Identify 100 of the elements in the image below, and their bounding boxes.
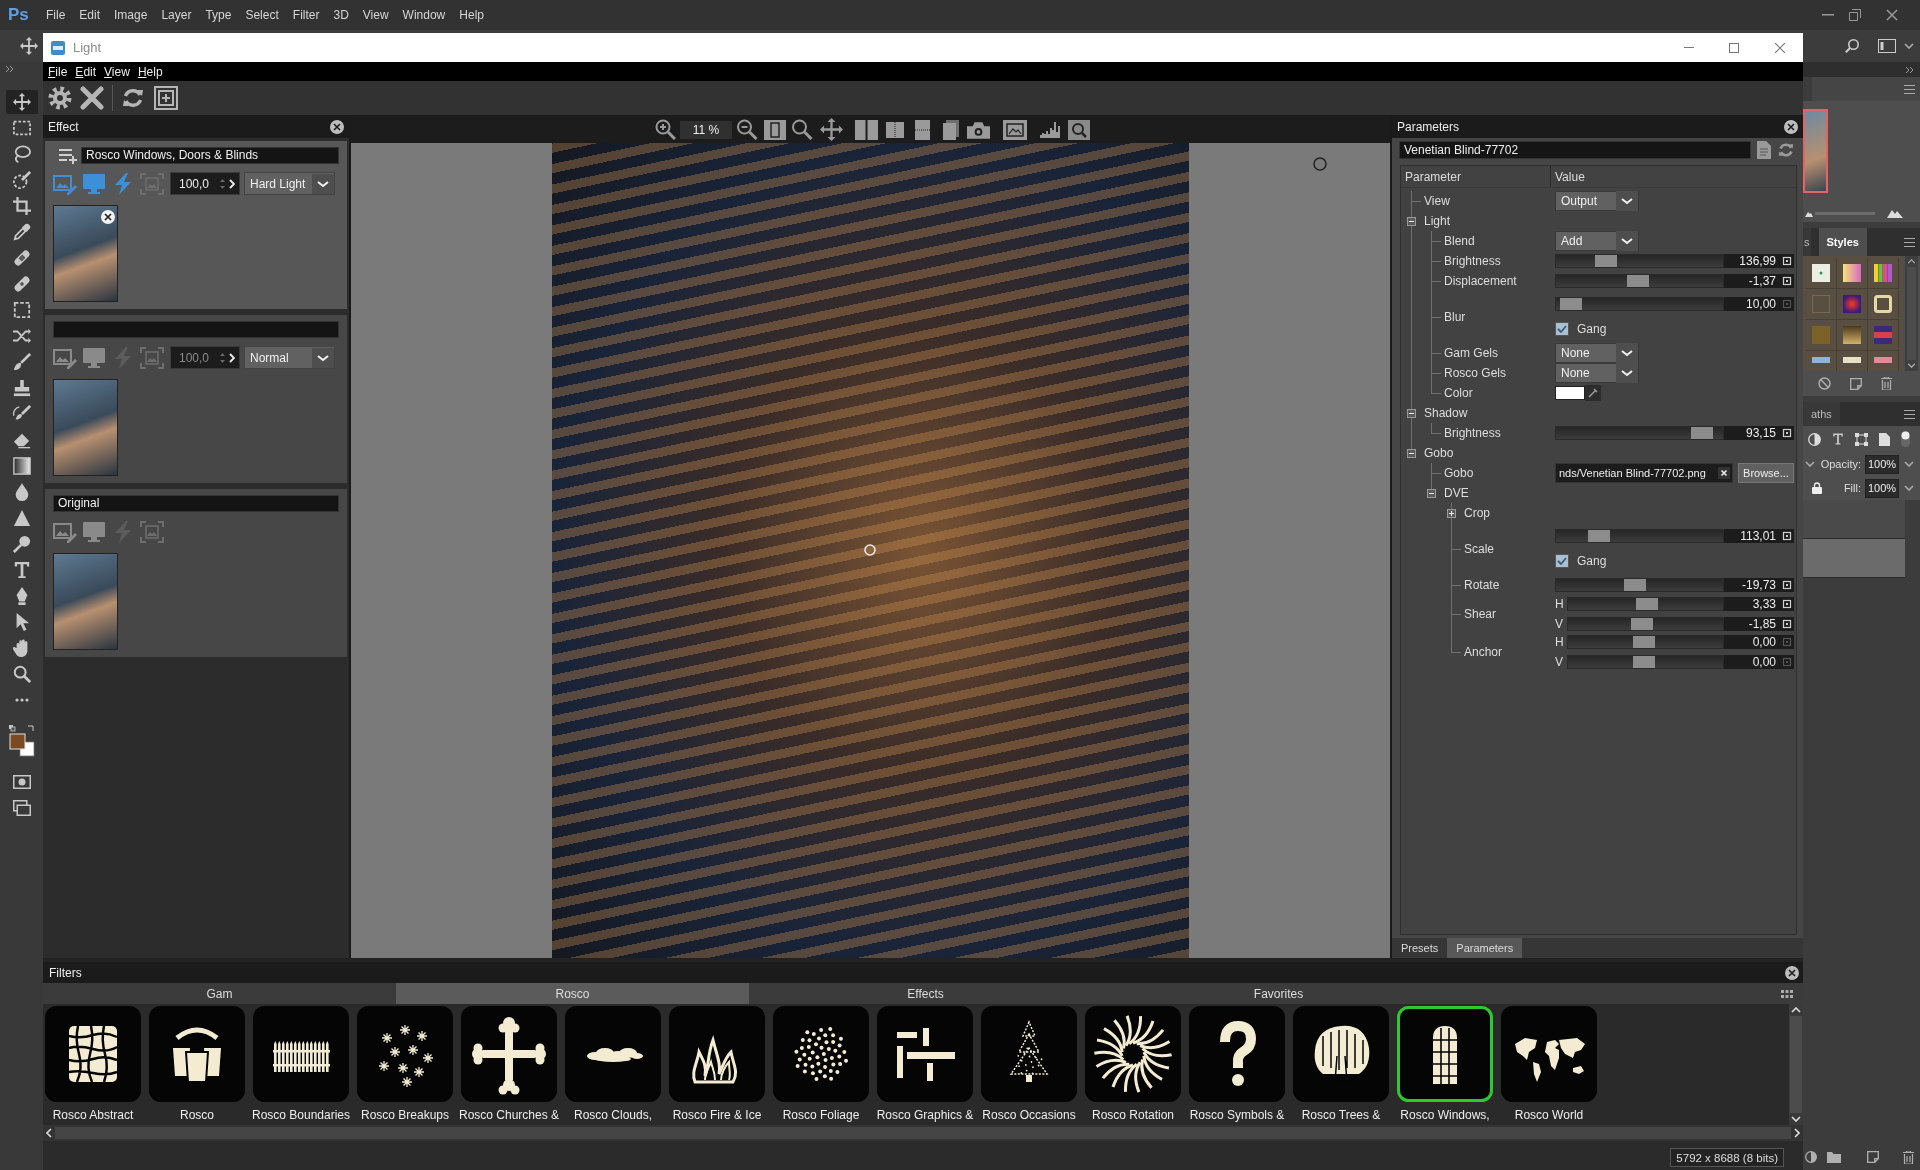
move-icon[interactable] bbox=[5, 90, 38, 114]
eyedropper-icon[interactable] bbox=[12, 223, 31, 241]
flames-icon[interactable] bbox=[669, 1006, 765, 1102]
dot-square-icon[interactable] bbox=[1780, 274, 1794, 288]
filter-label[interactable]: Rosco Rotation bbox=[1091, 1108, 1174, 1122]
double-chevron-icon[interactable] bbox=[6, 66, 13, 72]
chevron-down-icon[interactable] bbox=[1907, 363, 1916, 368]
folder-icon[interactable] bbox=[1827, 1151, 1841, 1163]
filter-label[interactable]: Rosco Clouds, bbox=[573, 1108, 652, 1122]
value-field[interactable]: -1,37 bbox=[1724, 274, 1780, 288]
zoom-in-icon[interactable] bbox=[655, 119, 676, 140]
list-add-icon[interactable] bbox=[59, 147, 77, 164]
image-pencil-icon[interactable] bbox=[53, 346, 77, 369]
menu-item[interactable]: Image bbox=[107, 8, 155, 22]
checkbox-label[interactable]: Gang bbox=[1577, 322, 1607, 336]
filter-label[interactable]: Rosco Fire & Ice bbox=[672, 1108, 762, 1122]
style-swatch-icon[interactable] bbox=[1874, 326, 1892, 344]
world-map-icon[interactable] bbox=[1501, 1006, 1597, 1102]
color-swatches-icon[interactable] bbox=[8, 725, 35, 757]
panel-tab[interactable]: aths bbox=[1803, 402, 1840, 426]
close-icon[interactable] bbox=[1785, 965, 1799, 980]
slider-thumb[interactable] bbox=[1635, 598, 1658, 610]
bars-icon[interactable] bbox=[877, 1006, 973, 1102]
slider-thumb[interactable] bbox=[1630, 618, 1653, 630]
tree-icon[interactable] bbox=[1293, 1006, 1389, 1102]
half-circle-icon[interactable] bbox=[1805, 1151, 1817, 1163]
name-field[interactable]: Original bbox=[53, 495, 339, 512]
filter-label[interactable]: Rosco Boundaries bbox=[251, 1108, 351, 1122]
style-swatch-icon[interactable] bbox=[1812, 264, 1830, 282]
document-icon[interactable] bbox=[1879, 432, 1890, 446]
value-field[interactable]: 113,01 bbox=[1724, 529, 1780, 543]
photo-placeholder[interactable] bbox=[53, 205, 118, 302]
mountain-icon[interactable] bbox=[1805, 210, 1813, 217]
ring-icon[interactable] bbox=[1313, 157, 1327, 171]
panel-tab[interactable]: Presets bbox=[1392, 938, 1448, 958]
photo-placeholder[interactable] bbox=[53, 379, 118, 476]
plus-box-icon[interactable] bbox=[1446, 508, 1456, 518]
clear-icon[interactable] bbox=[1718, 467, 1730, 479]
caret-icon[interactable] bbox=[312, 173, 334, 194]
spiral-icon[interactable] bbox=[1085, 1006, 1181, 1102]
filter-label[interactable]: Rosco Symbols & bbox=[1189, 1108, 1285, 1122]
zoom-icon[interactable] bbox=[12, 665, 31, 683]
value-field[interactable]: 10,00 bbox=[1724, 297, 1780, 311]
search-icon[interactable] bbox=[791, 119, 813, 140]
bounding-box-icon[interactable] bbox=[1855, 432, 1868, 446]
blend-dropdown[interactable]: Normal bbox=[244, 346, 335, 369]
fence-icon[interactable] bbox=[253, 1006, 349, 1102]
filter-label[interactable]: Rosco Graphics & bbox=[876, 1108, 974, 1122]
filter-label[interactable]: Rosco World bbox=[1514, 1108, 1584, 1122]
panel-tab[interactable]: Parameters bbox=[1447, 938, 1523, 958]
menu-item[interactable]: Help bbox=[133, 64, 167, 79]
menu-icon[interactable] bbox=[1904, 409, 1915, 419]
panel-tab[interactable]: s bbox=[1803, 228, 1811, 256]
camera-icon[interactable] bbox=[967, 120, 990, 139]
dropdown[interactable]: None bbox=[1555, 363, 1639, 383]
menu-icon[interactable] bbox=[1904, 84, 1915, 94]
refresh-icon[interactable] bbox=[121, 87, 145, 109]
chevron-down-icon[interactable] bbox=[1904, 485, 1914, 491]
effect-layer-card[interactable]: Original bbox=[45, 489, 347, 657]
filter-label[interactable]: Rosco Churches & bbox=[459, 1108, 560, 1122]
chevron-down-icon[interactable] bbox=[1904, 461, 1914, 467]
zoom-field[interactable]: 11 % bbox=[680, 120, 732, 139]
cups-icon[interactable] bbox=[149, 1006, 245, 1102]
menu-item[interactable]: Type bbox=[198, 8, 239, 22]
screen-mode-icon[interactable] bbox=[12, 800, 31, 816]
filter-label[interactable]: Rosco Windows, bbox=[1400, 1108, 1490, 1122]
dot-square-icon[interactable] bbox=[1780, 254, 1794, 268]
dot-square-icon[interactable] bbox=[1780, 635, 1794, 649]
category-tab[interactable]: Favorites bbox=[1102, 983, 1455, 1004]
menu-item[interactable]: Select bbox=[238, 8, 286, 22]
magnifier-box-icon[interactable] bbox=[1068, 119, 1090, 140]
file-path-field[interactable]: nds/Venetian Blind-77702.png bbox=[1555, 463, 1733, 483]
page-icon[interactable] bbox=[1850, 377, 1862, 390]
slider-thumb[interactable] bbox=[1624, 579, 1647, 591]
close-icon[interactable] bbox=[330, 120, 344, 134]
mountain-icon[interactable] bbox=[1887, 209, 1903, 218]
type-icon[interactable] bbox=[1832, 433, 1844, 445]
dot-square-icon[interactable] bbox=[1780, 655, 1794, 669]
clouds-icon[interactable] bbox=[565, 1006, 661, 1102]
style-swatch-icon[interactable] bbox=[1843, 264, 1861, 282]
number-field[interactable]: 100,0 bbox=[170, 346, 240, 369]
eraser-icon[interactable] bbox=[12, 431, 31, 449]
workspace-icon[interactable] bbox=[1878, 39, 1896, 53]
style-swatch-icon[interactable] bbox=[1874, 264, 1892, 282]
slider-thumb[interactable] bbox=[1633, 656, 1656, 668]
vertical-scrollbar[interactable] bbox=[1905, 256, 1918, 371]
framed-image-icon[interactable] bbox=[1003, 119, 1027, 140]
preset-name-field[interactable]: Venetian Blind-77702 bbox=[1399, 141, 1751, 159]
menu-item[interactable]: Layer bbox=[154, 8, 199, 22]
monitor-icon[interactable] bbox=[82, 346, 106, 369]
slider-thumb[interactable] bbox=[1627, 275, 1650, 287]
slider-thumb[interactable] bbox=[1633, 636, 1656, 648]
style-swatch-icon[interactable] bbox=[1812, 326, 1830, 344]
effect-layer-card[interactable]: Rosco Windows, Doors & Blinds 100,0 Hard Light bbox=[45, 141, 347, 309]
dropdown[interactable]: Add bbox=[1555, 231, 1639, 251]
filter-label[interactable]: Rosco Trees & bbox=[1301, 1108, 1381, 1122]
value-field[interactable]: 3,33 bbox=[1724, 597, 1780, 611]
vertical-scrollbar[interactable] bbox=[1789, 1004, 1803, 1125]
layer-row[interactable] bbox=[1803, 539, 1905, 578]
lock-icon[interactable] bbox=[1812, 482, 1822, 494]
